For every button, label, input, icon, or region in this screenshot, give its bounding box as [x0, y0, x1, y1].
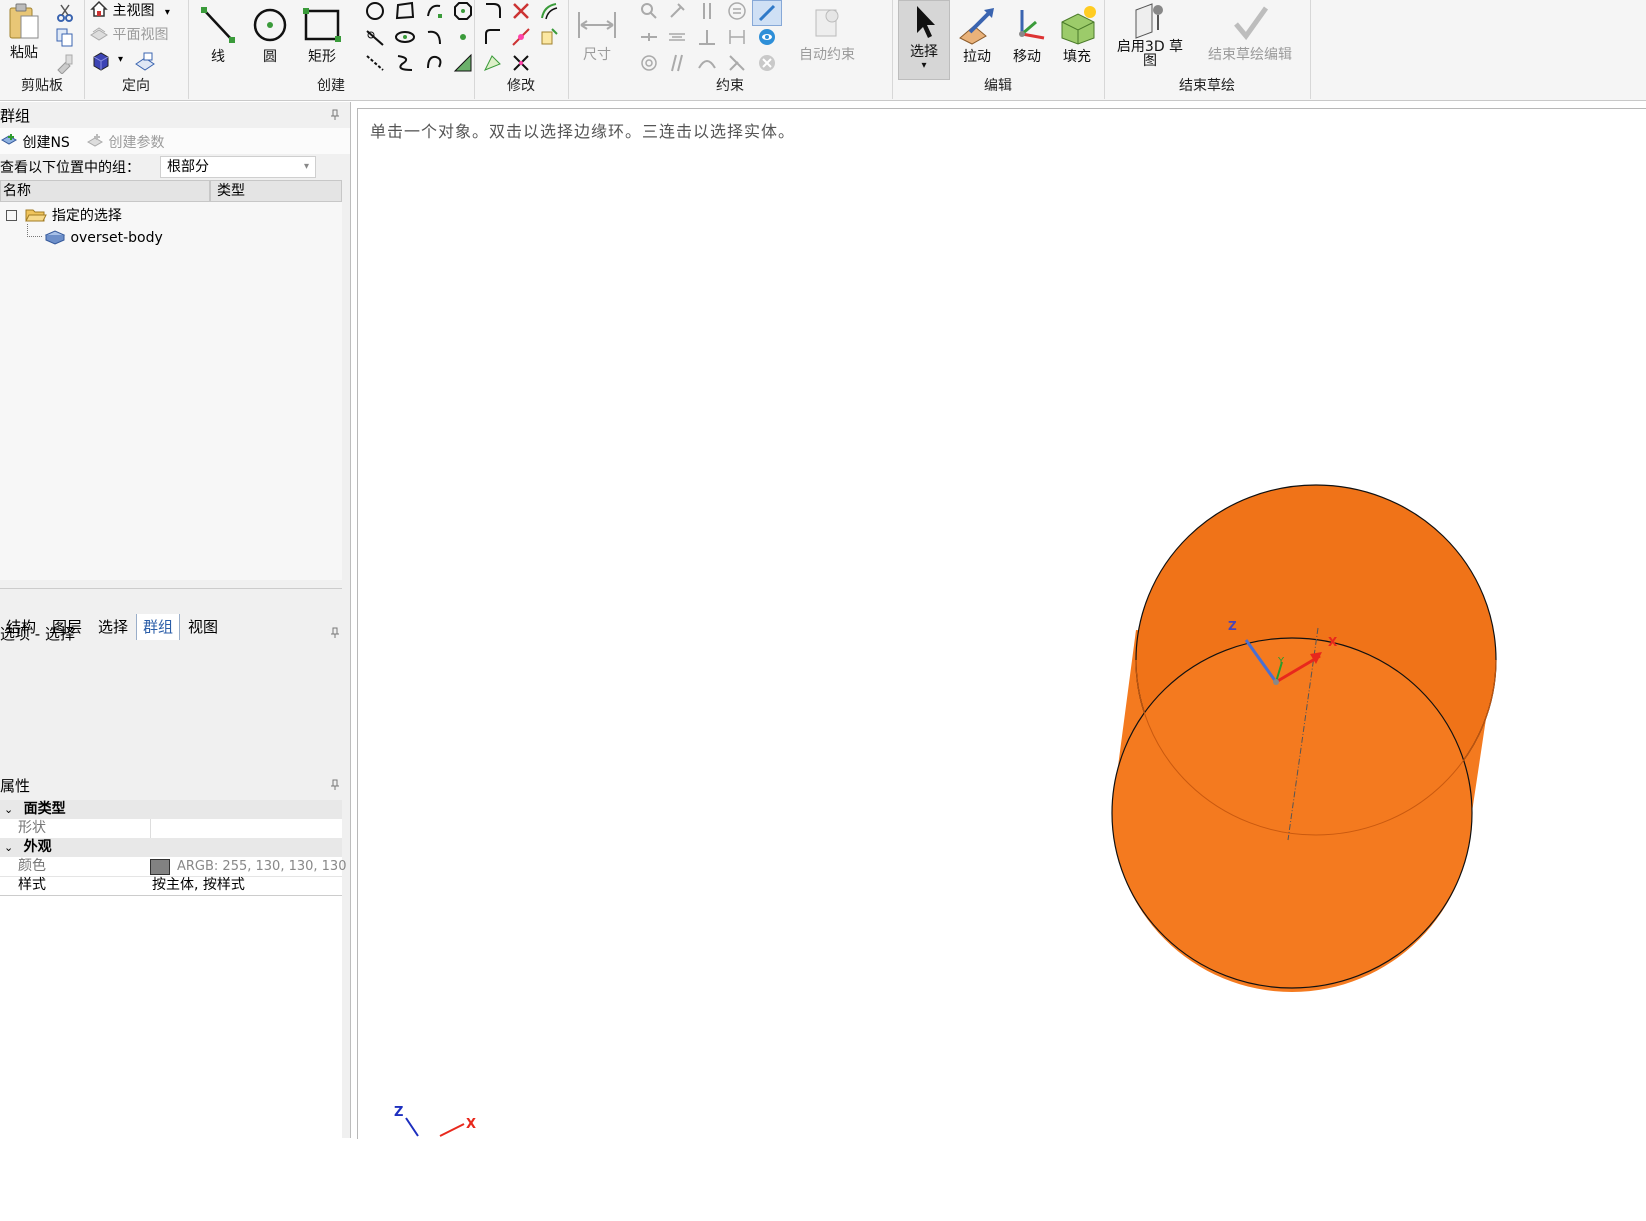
corner-x-label: X	[466, 1117, 476, 1132]
model-canvas: Z X Y Z X	[394, 484, 1497, 1137]
triad-y-label: Y	[1277, 656, 1285, 667]
triad-x-label: X	[1328, 635, 1338, 649]
corner-x-axis	[439, 1123, 465, 1137]
corner-z-axis	[405, 1117, 419, 1137]
cylinder-bottom-face[interactable]	[1111, 637, 1473, 989]
triad-z-label: Z	[1228, 619, 1237, 633]
corner-z-label: Z	[394, 1105, 403, 1120]
triad-origin	[1273, 679, 1279, 685]
